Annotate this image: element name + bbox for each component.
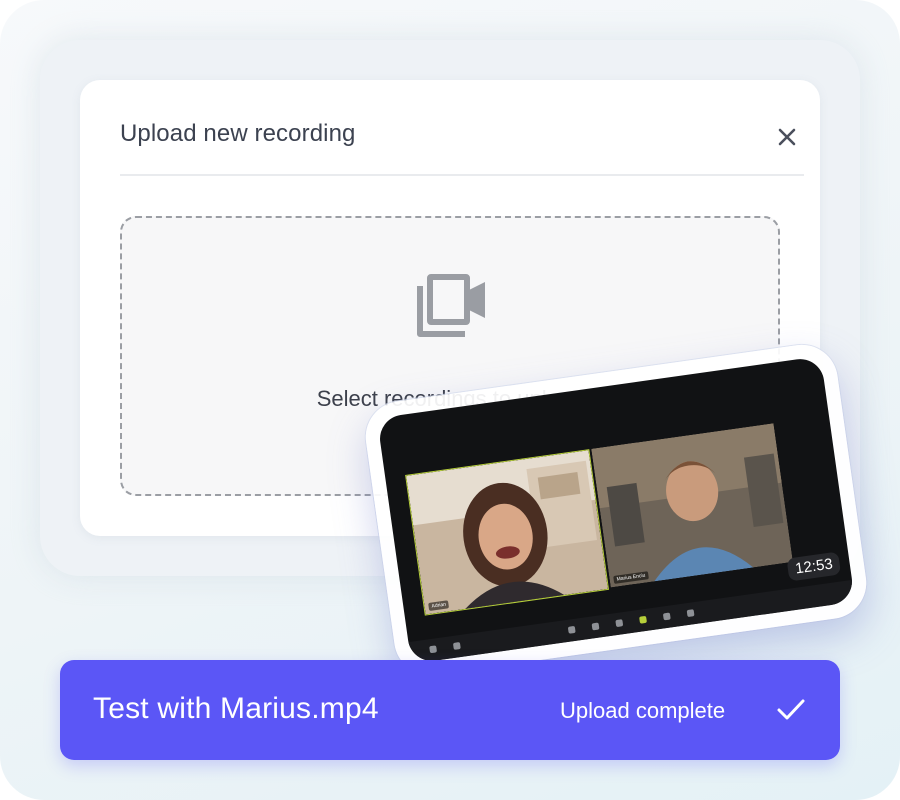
participant-tile-marius: Marius Enciu [591,423,793,588]
camera-icon[interactable] [452,642,461,650]
video-call-screen: Adrian Marius Enciu 12:53 [376,356,856,664]
upload-status: Upload complete [560,698,726,723]
share-screen-icon[interactable] [639,615,647,624]
call-timer: 12:53 [786,551,842,582]
check-icon [777,699,805,720]
close-icon[interactable] [776,126,798,148]
participant-video-adrian [406,450,608,615]
upload-status-banner: Test with Marius.mp4 Upload complete [60,660,840,760]
reactions-icon[interactable] [686,609,695,618]
participant-video-marius [591,423,793,588]
divider [120,174,804,176]
participant-tile-adrian: Adrian [405,449,610,616]
record-icon[interactable] [662,612,671,621]
dialog-title: Upload new recording [120,120,356,147]
microphone-icon[interactable] [429,645,438,654]
security-icon[interactable] [567,625,576,634]
video-library-icon [417,274,485,337]
file-name: Test with Marius.mp4 [93,692,379,725]
participants-icon[interactable] [591,622,600,631]
chat-icon[interactable] [615,619,624,628]
